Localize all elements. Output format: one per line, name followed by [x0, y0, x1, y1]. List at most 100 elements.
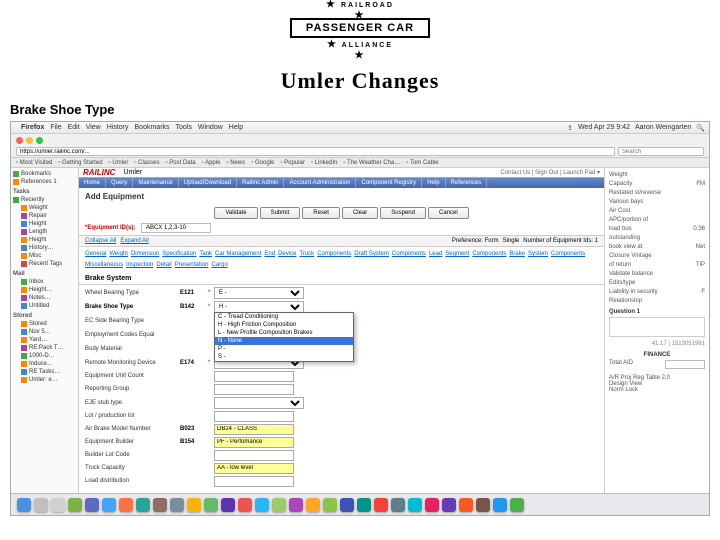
tree-item[interactable]: Stored	[13, 320, 76, 328]
collapse-all-link[interactable]: Collapse All	[85, 238, 116, 244]
section-link[interactable]: Miscellaneous	[85, 262, 123, 268]
tree-item[interactable]: RE Tasks…	[13, 368, 76, 376]
tree-item[interactable]: Stored	[13, 312, 76, 320]
menubar-wifi-icon[interactable]: ⇪	[567, 124, 573, 132]
section-link[interactable]: Cargo	[211, 262, 227, 268]
tab-references[interactable]: References	[446, 178, 488, 188]
field-input[interactable]	[214, 411, 294, 422]
search-input[interactable]	[618, 147, 704, 156]
total-aid-input[interactable]	[665, 360, 705, 369]
tab-help[interactable]: Help	[422, 178, 445, 188]
menu-bookmarks[interactable]: Bookmarks	[135, 124, 170, 131]
tree-item[interactable]: Yard…	[13, 336, 76, 344]
menu-file[interactable]: File	[50, 124, 61, 131]
dock-app-icon[interactable]	[153, 498, 167, 512]
menu-help[interactable]: Help	[229, 124, 243, 131]
menu-firefox[interactable]: Firefox	[21, 124, 44, 131]
dock-app-icon[interactable]	[340, 498, 354, 512]
tab-maintenance[interactable]: Maintenance	[133, 178, 178, 188]
tree-item[interactable]: Recently	[13, 196, 76, 204]
section-link[interactable]: Presentation	[175, 262, 209, 268]
menubar-search-icon[interactable]: 🔍	[696, 124, 705, 132]
bookmark-item[interactable]: ▫ Umler	[109, 160, 129, 166]
dock-app-icon[interactable]	[34, 498, 48, 512]
menu-history[interactable]: History	[107, 124, 129, 131]
close-icon[interactable]	[16, 137, 23, 144]
section-link[interactable]: Segment	[445, 251, 469, 257]
dock-app-icon[interactable]	[374, 498, 388, 512]
section-link[interactable]: Inspection	[126, 262, 153, 268]
header-links[interactable]: Contact Us | Sign Out | Launch Pad ▾	[500, 169, 600, 176]
section-link[interactable]: End	[264, 251, 275, 257]
bookmark-item[interactable]: ▫ Popular	[280, 160, 304, 166]
tree-item[interactable]: Inbox	[13, 278, 76, 286]
tree-item[interactable]: Length	[13, 228, 76, 236]
brake-shoe-dropdown[interactable]: C - Tread ConditioningH - High Friction …	[214, 312, 354, 362]
dock-app-icon[interactable]	[408, 498, 422, 512]
nav-tabs[interactable]: HomeQueryMaintenanceUpload/DownloadRaili…	[79, 178, 604, 188]
dock-app-icon[interactable]	[493, 498, 507, 512]
dock-app-icon[interactable]	[459, 498, 473, 512]
tab-query[interactable]: Query	[106, 178, 133, 188]
dock-app-icon[interactable]	[289, 498, 303, 512]
dock-app-icon[interactable]	[357, 498, 371, 512]
section-link[interactable]: Specification	[162, 251, 196, 257]
tab-component registry[interactable]: Component Registry	[356, 178, 422, 188]
menubar-user[interactable]: Aaron Weingarten	[635, 124, 691, 131]
section-link[interactable]: Device	[278, 251, 296, 257]
dock-app-icon[interactable]	[306, 498, 320, 512]
tree-item[interactable]: Mail	[13, 270, 76, 278]
validate-button[interactable]: Validate	[214, 207, 257, 219]
submit-button[interactable]: Submit	[260, 207, 301, 219]
left-tree[interactable]: BookmarksReferences 1TasksRecentlyWeight…	[11, 168, 79, 493]
tree-item[interactable]: Notes…	[13, 294, 76, 302]
tree-item[interactable]: Height…	[13, 286, 76, 294]
field-input[interactable]	[214, 450, 294, 461]
tree-item[interactable]: Umler: e…	[13, 376, 76, 384]
dropdown-option[interactable]: H - High Friction Composition	[215, 321, 353, 329]
dock-app-icon[interactable]	[425, 498, 439, 512]
menu-window[interactable]: Window	[198, 124, 223, 131]
section-link[interactable]: Draft System	[354, 251, 389, 257]
bookmark-item[interactable]: ▫ Classes	[134, 160, 159, 166]
dock-app-icon[interactable]	[136, 498, 150, 512]
zoom-icon[interactable]	[36, 137, 43, 144]
bookmark-item[interactable]: ▫ Getting Started	[58, 160, 102, 166]
section-link[interactable]: Weight	[109, 251, 128, 257]
field-input[interactable]	[214, 437, 294, 448]
section-link[interactable]: Components	[317, 251, 351, 257]
tree-item[interactable]: Bookmarks	[13, 170, 76, 178]
tree-item[interactable]: Height	[13, 220, 76, 228]
section-link[interactable]: Brake	[509, 251, 525, 257]
section-link[interactable]: Truck	[299, 251, 314, 257]
clear-button[interactable]: Clear	[342, 207, 378, 219]
minimize-icon[interactable]	[26, 137, 33, 144]
dock-app-icon[interactable]	[221, 498, 235, 512]
tree-item[interactable]: Recent Tags	[13, 260, 76, 268]
dock-app-icon[interactable]	[204, 498, 218, 512]
dropdown-option[interactable]: S -	[215, 353, 353, 361]
field-input[interactable]	[214, 384, 294, 395]
tree-item[interactable]: Untitled	[13, 302, 76, 310]
section-link[interactable]: Car Management	[215, 251, 261, 257]
section-link[interactable]: Components	[392, 251, 426, 257]
bookmark-item[interactable]: ▫ News	[226, 160, 245, 166]
section-link[interactable]: Dimension	[131, 251, 159, 257]
dropdown-option[interactable]: P -	[215, 345, 353, 353]
dock-app-icon[interactable]	[272, 498, 286, 512]
address-bar[interactable]	[16, 147, 615, 156]
dock-app-icon[interactable]	[119, 498, 133, 512]
mac-dock[interactable]	[11, 493, 709, 515]
section-link[interactable]: System	[528, 251, 548, 257]
tab-upload/download[interactable]: Upload/Download	[179, 178, 237, 188]
field-input[interactable]	[214, 424, 294, 435]
dock-app-icon[interactable]	[391, 498, 405, 512]
dropdown-option[interactable]: N - None	[215, 337, 353, 345]
section-link[interactable]: Detail	[156, 262, 171, 268]
section-link[interactable]: Components	[551, 251, 585, 257]
dock-app-icon[interactable]	[187, 498, 201, 512]
equipment-id-input[interactable]: ABCX 1,2,3-10	[141, 223, 211, 233]
tree-item[interactable]: Repair	[13, 212, 76, 220]
dock-app-icon[interactable]	[17, 498, 31, 512]
menu-edit[interactable]: Edit	[68, 124, 80, 131]
